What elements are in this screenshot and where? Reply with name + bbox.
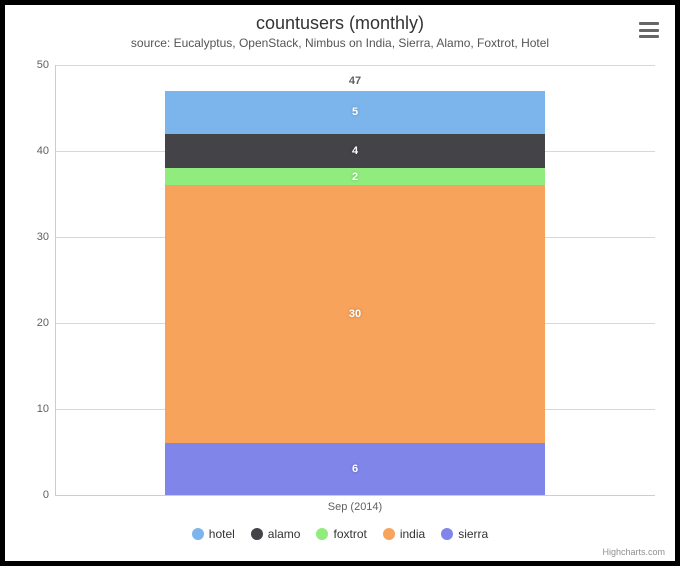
legend-swatch [316, 528, 328, 540]
y-tick-label: 10 [9, 403, 49, 415]
y-tick-label: 20 [9, 317, 49, 329]
hamburger-icon [639, 22, 659, 25]
y-tick-label: 50 [9, 59, 49, 71]
chart-container: countusers (monthly) source: Eucalyptus,… [0, 0, 680, 566]
chart-menu-button[interactable] [637, 19, 661, 41]
y-tick-label: 0 [9, 489, 49, 501]
legend-item-hotel[interactable]: hotel [192, 527, 235, 541]
legend-swatch [251, 528, 263, 540]
chart-subtitle: source: Eucalyptus, OpenStack, Nimbus on… [5, 36, 675, 50]
y-tick-label: 40 [9, 145, 49, 157]
bar-segment-sierra[interactable] [165, 443, 545, 495]
legend-swatch [383, 528, 395, 540]
legend-label: india [400, 527, 425, 541]
y-tick-label: 30 [9, 231, 49, 243]
stacked-bar: 63024547 [165, 65, 545, 495]
bar-total-label: 47 [165, 75, 545, 87]
legend-label: hotel [209, 527, 235, 541]
legend-swatch [192, 528, 204, 540]
credits-link[interactable]: Highcharts.com [602, 547, 665, 557]
bar-segment-india[interactable] [165, 185, 545, 443]
legend-label: foxtrot [333, 527, 366, 541]
x-axis-line [55, 495, 655, 496]
x-axis-label: Sep (2014) [55, 501, 655, 513]
legend-item-sierra[interactable]: sierra [441, 527, 488, 541]
legend: hotel alamo foxtrot india sierra [5, 527, 675, 543]
bar-segment-hotel[interactable] [165, 91, 545, 134]
legend-item-alamo[interactable]: alamo [251, 527, 301, 541]
legend-item-foxtrot[interactable]: foxtrot [316, 527, 366, 541]
plot-area: 01020304050 63024547 Sep (2014) [55, 65, 655, 495]
bar-segment-foxtrot[interactable] [165, 168, 545, 185]
legend-item-india[interactable]: india [383, 527, 425, 541]
y-axis-line [55, 65, 56, 495]
legend-label: sierra [458, 527, 488, 541]
bar-segment-alamo[interactable] [165, 134, 545, 168]
legend-label: alamo [268, 527, 301, 541]
chart-titles: countusers (monthly) source: Eucalyptus,… [5, 5, 675, 50]
chart-title: countusers (monthly) [5, 13, 675, 34]
legend-swatch [441, 528, 453, 540]
